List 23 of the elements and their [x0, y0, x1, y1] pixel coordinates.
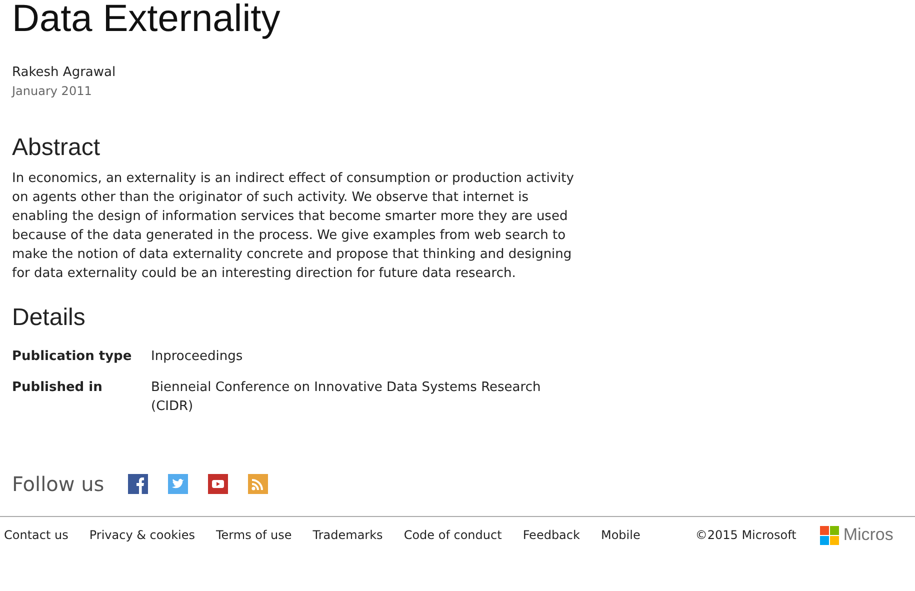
section-heading: Abstract — [12, 133, 102, 163]
facebook-icon[interactable] — [128, 474, 148, 494]
detail-value: Inproceedings — [151, 348, 244, 366]
footer-link[interactable]: Code of conduct — [404, 528, 502, 542]
footer-link[interactable]: Contact us — [4, 528, 68, 542]
section-heading: Details — [12, 303, 86, 333]
copyright-text: ©2015 Microsoft — [695, 528, 796, 542]
page-title: Data Externality — [12, 0, 282, 42]
publication-date: January 2011 — [12, 83, 93, 100]
footer-link[interactable]: Mobile — [600, 528, 640, 542]
play-icon[interactable] — [208, 474, 228, 494]
footer-link[interactable]: Terms of use — [216, 528, 292, 542]
four-squares-icon — [820, 526, 840, 544]
author-link[interactable]: Rakesh Agrawal — [12, 64, 577, 82]
footer-link[interactable]: Feedback — [522, 528, 580, 542]
follow-label: Follow us — [12, 472, 104, 496]
abstract-text: In economics, an externality is an indirect effect of consumption or production activity on agents other than the originator of such activity. We observe that internet is enabling the design of information services that become smarter more they are used because of the data generated in the process. We give examples from web search to make the notion of data externality concrete and propose that thinking and designing for data externality could be an interesting direction for future data research. — [12, 170, 575, 283]
detail-label: Publication type — [12, 348, 133, 366]
detail-value: Bienneial Conference on Innovative Data Systems Research (CIDR) — [151, 379, 542, 416]
detail-label: Published in — [12, 379, 104, 397]
footer-link[interactable]: Trademarks — [312, 528, 383, 542]
logo-text: Micros — [843, 525, 894, 545]
footer-link[interactable]: Privacy & cookies — [89, 528, 195, 542]
